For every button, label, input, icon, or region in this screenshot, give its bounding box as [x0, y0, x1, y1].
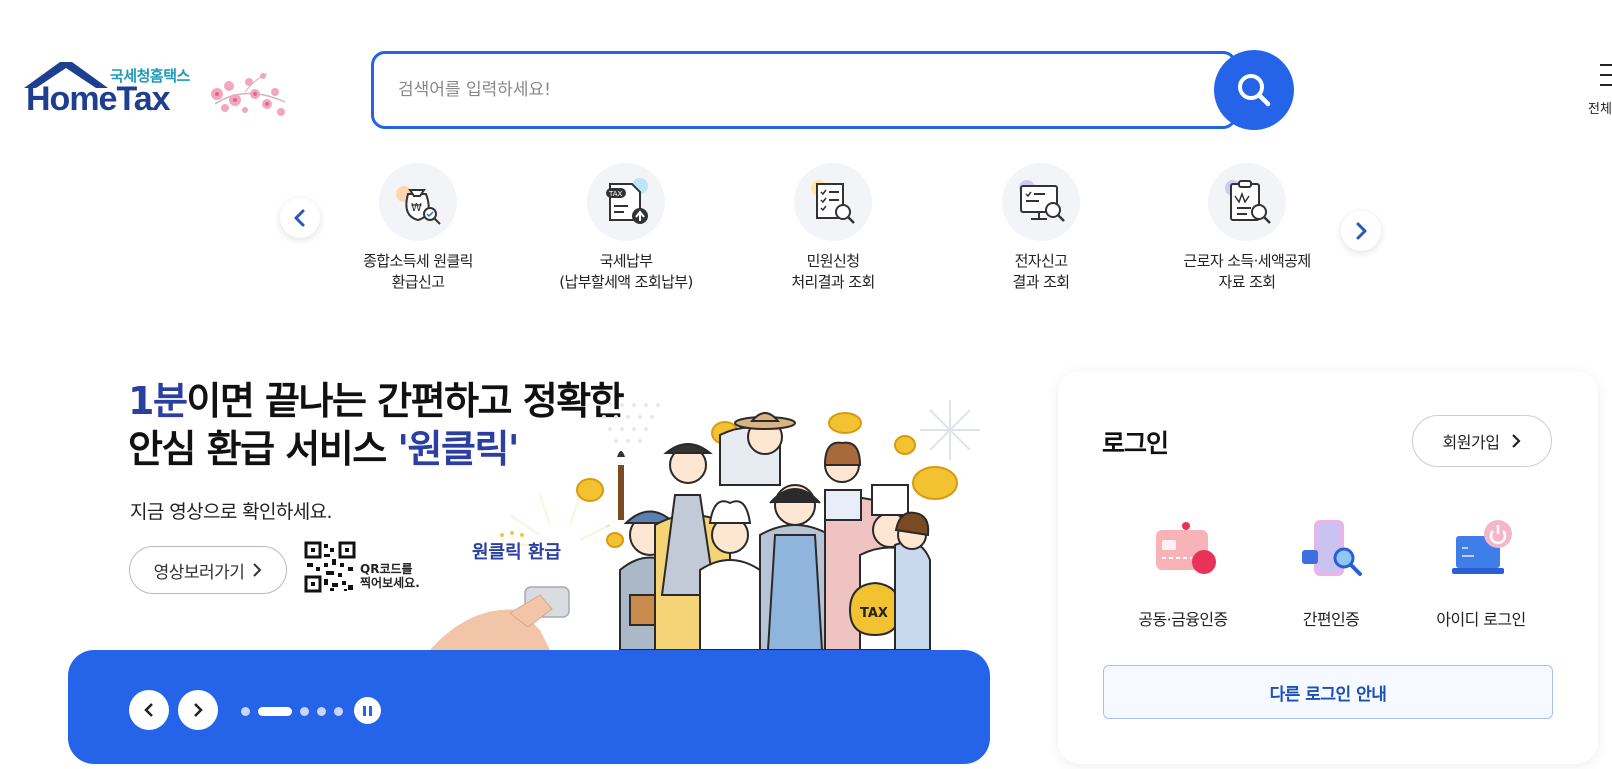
clipboard-won-search-icon — [1208, 163, 1286, 241]
quick-menu-label: 결과 조회 — [1012, 273, 1071, 291]
banner-prev-button[interactable] — [129, 690, 169, 730]
banner-title-highlight: 1분 — [128, 379, 188, 423]
search-icon — [1238, 74, 1271, 107]
chevron-left-icon — [294, 209, 305, 227]
pagination-dot[interactable] — [334, 706, 343, 716]
svg-text:TAX: TAX — [608, 190, 623, 198]
quick-menu-prev-button[interactable] — [280, 198, 320, 238]
chevron-right-icon — [194, 703, 203, 717]
pagination-dot[interactable] — [317, 706, 326, 716]
sign-up-button[interactable]: 회원가입 — [1412, 415, 1552, 467]
quick-menu-label: 전자신고 — [1014, 252, 1068, 270]
pagination-dot[interactable] — [300, 706, 309, 716]
hometax-logo[interactable]: 국세청홈택스 HomeTax — [20, 58, 290, 124]
certificate-login-option[interactable]: 공동·금융인증 — [1113, 516, 1253, 630]
quick-menu-item[interactable]: TAX 국세납부 (납부할세액 조회납부) — [536, 163, 716, 293]
certificate-login-label: 공동·금융인증 — [1138, 610, 1228, 629]
chevron-right-icon — [1356, 222, 1367, 240]
quick-menu-label: 국세납부 — [599, 252, 653, 270]
other-login-guide-button[interactable]: 다른 로그인 안내 — [1103, 665, 1553, 719]
quick-menu-label: 처리결과 조회 — [791, 273, 875, 291]
checklist-search-icon — [794, 163, 872, 241]
quick-menu-label: (납부할세액 조회납부) — [559, 273, 693, 291]
all-menu-label: 전체메뉴 — [1588, 102, 1612, 117]
login-panel: 로그인 회원가입 공동·금융인증 간편인증 아이디 로그인 다른 로그인 안내 — [1058, 371, 1598, 764]
brand-name: HomeTax — [26, 80, 171, 118]
phone-search-icon — [1302, 520, 1362, 576]
quick-menu-label: 환급신고 — [391, 273, 445, 291]
quick-menu-item[interactable]: ₩ 종합소득세 원클릭 환급신고 — [328, 163, 508, 293]
badge-text: 원클릭 환급 — [472, 541, 561, 563]
quick-menu-label: 민원신청 — [806, 252, 860, 270]
banner-pause-button[interactable] — [354, 697, 381, 724]
login-title: 로그인 — [1102, 429, 1169, 458]
quick-menu-label: 종합소득세 원클릭 — [363, 252, 473, 270]
chevron-right-icon — [253, 563, 262, 577]
refund-service-illustration: 원클릭 환급 TAX — [430, 400, 980, 650]
watch-video-button[interactable]: 영상보러가기 — [129, 546, 287, 594]
simple-auth-login-option[interactable]: 간편인증 — [1261, 516, 1401, 630]
qr-caption: 찍어보세요. — [360, 576, 420, 590]
quick-menu-item[interactable]: 전자신고 결과 조회 — [951, 163, 1131, 293]
pause-icon — [369, 705, 372, 716]
search-box — [371, 51, 1237, 129]
certificate-card-icon — [1156, 522, 1216, 574]
banner-subtitle: 지금 영상으로 확인하세요. — [130, 501, 333, 523]
banner-next-button[interactable] — [178, 690, 218, 730]
hamburger-icon — [1600, 64, 1612, 86]
tax-document-upload-icon: TAX — [587, 163, 665, 241]
chevron-right-icon — [1512, 434, 1521, 448]
simple-auth-login-label: 간편인증 — [1302, 610, 1360, 629]
money-bag-won-check-icon: ₩ — [379, 163, 457, 241]
quick-menu-label: 자료 조회 — [1218, 273, 1277, 291]
quick-menu-item[interactable]: 민원신청 처리결과 조회 — [743, 163, 923, 293]
watch-video-label: 영상보러가기 — [153, 562, 245, 583]
pagination-dot[interactable] — [241, 706, 250, 716]
quick-menu-label: 근로자 소득·세액공제 — [1183, 252, 1311, 270]
banner-title-text: 안심 환급 서비스 — [128, 427, 398, 471]
pause-icon — [363, 705, 366, 716]
banner-pagination — [241, 705, 343, 717]
search-button[interactable] — [1214, 50, 1294, 130]
quick-menu-next-button[interactable] — [1341, 211, 1381, 251]
id-login-option[interactable]: 아이디 로그인 — [1411, 516, 1551, 630]
svg-text:₩: ₩ — [411, 201, 422, 214]
cherry-blossom-icon — [211, 73, 286, 116]
monitor-search-icon — [1002, 163, 1080, 241]
pagination-dot[interactable] — [258, 706, 292, 716]
chevron-left-icon — [144, 703, 153, 717]
qr-caption: QR코드를 — [360, 562, 413, 576]
quick-menu-item[interactable]: 근로자 소득·세액공제 자료 조회 — [1157, 163, 1337, 293]
qr-code-icon — [304, 541, 356, 593]
all-menu-button[interactable]: 전체메뉴 — [1578, 58, 1612, 118]
search-input[interactable] — [398, 54, 1168, 126]
laptop-power-icon — [1452, 520, 1512, 574]
id-login-label: 아이디 로그인 — [1436, 610, 1526, 629]
tax-bag-text: TAX — [860, 606, 888, 621]
sign-up-label: 회원가입 — [1442, 433, 1500, 452]
